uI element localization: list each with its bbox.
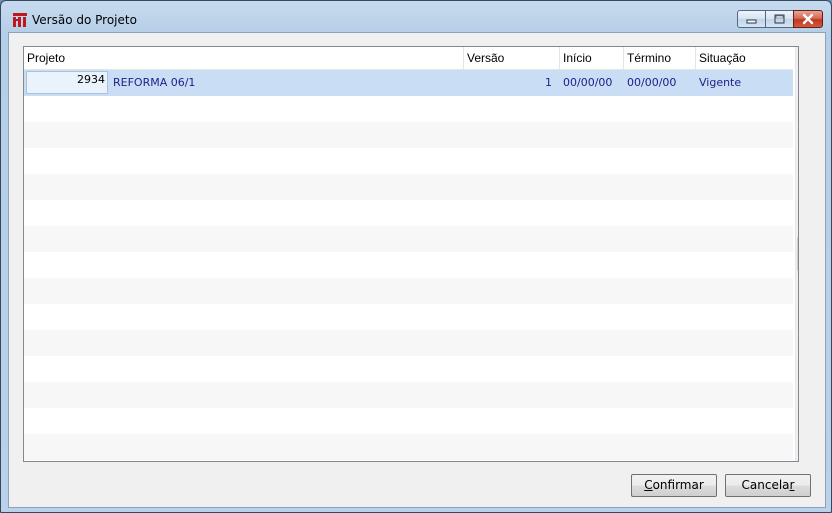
cancel-button[interactable]: Cancelar xyxy=(725,474,811,497)
column-header-inicio[interactable]: Início xyxy=(560,47,624,69)
empty-row xyxy=(24,356,793,382)
column-header-versao[interactable]: Versão xyxy=(464,47,560,69)
projects-grid[interactable]: Projeto Versão Início Término Situação 2… xyxy=(23,46,799,462)
cell-versao: 1 xyxy=(545,76,552,89)
table-row[interactable]: 2934 REFORMA 06/1 1 00/00/00 00/00/00 Vi… xyxy=(24,70,793,96)
scroll-thumb[interactable] xyxy=(797,237,798,271)
cell-projeto: REFORMA 06/1 xyxy=(113,76,196,89)
grid-rows: 2934 REFORMA 06/1 1 00/00/00 00/00/00 Vi… xyxy=(24,70,793,460)
cancel-accel: r xyxy=(789,478,795,492)
maximize-icon xyxy=(774,14,785,24)
close-icon xyxy=(802,13,814,25)
scroll-up-icon[interactable]: ⌃ xyxy=(796,47,798,64)
cancel-label: Cancela xyxy=(741,478,790,492)
empty-row xyxy=(24,148,793,174)
grid-header: Projeto Versão Início Término Situação xyxy=(24,47,793,70)
column-header-termino[interactable]: Término xyxy=(624,47,696,69)
minimize-button[interactable] xyxy=(737,10,766,28)
empty-row xyxy=(24,252,793,278)
column-header-projeto[interactable]: Projeto xyxy=(24,47,464,69)
empty-row xyxy=(24,434,793,460)
confirm-button[interactable]: Confirmar xyxy=(631,474,717,497)
vertical-scrollbar[interactable]: ⌃ ⌄ xyxy=(795,47,798,461)
dialog-window: Versão do Projeto Projeto Versão Início … xyxy=(0,0,832,513)
title-bar[interactable]: Versão do Projeto xyxy=(1,1,831,32)
app-logo-icon xyxy=(13,13,27,27)
window-title: Versão do Projeto xyxy=(32,13,137,27)
empty-row xyxy=(24,408,793,434)
cell-situacao: Vigente xyxy=(699,76,742,89)
project-id-field[interactable]: 2934 xyxy=(26,71,108,94)
empty-row xyxy=(24,330,793,356)
empty-row xyxy=(24,122,793,148)
maximize-button[interactable] xyxy=(765,10,794,28)
scroll-down-icon[interactable]: ⌄ xyxy=(796,444,798,461)
empty-row xyxy=(24,278,793,304)
cell-inicio: 00/00/00 xyxy=(563,76,613,89)
empty-row xyxy=(24,200,793,226)
column-header-situacao[interactable]: Situação xyxy=(696,47,793,69)
minimize-icon xyxy=(746,19,757,24)
close-button[interactable] xyxy=(793,10,823,28)
dialog-content: Projeto Versão Início Término Situação 2… xyxy=(8,32,826,508)
cell-termino: 00/00/00 xyxy=(627,76,677,89)
confirm-accel: C xyxy=(644,478,653,492)
confirm-label: onfirmar xyxy=(652,478,704,492)
empty-row xyxy=(24,304,793,330)
empty-row xyxy=(24,382,793,408)
empty-row xyxy=(24,96,793,122)
empty-row xyxy=(24,174,793,200)
empty-row xyxy=(24,226,793,252)
